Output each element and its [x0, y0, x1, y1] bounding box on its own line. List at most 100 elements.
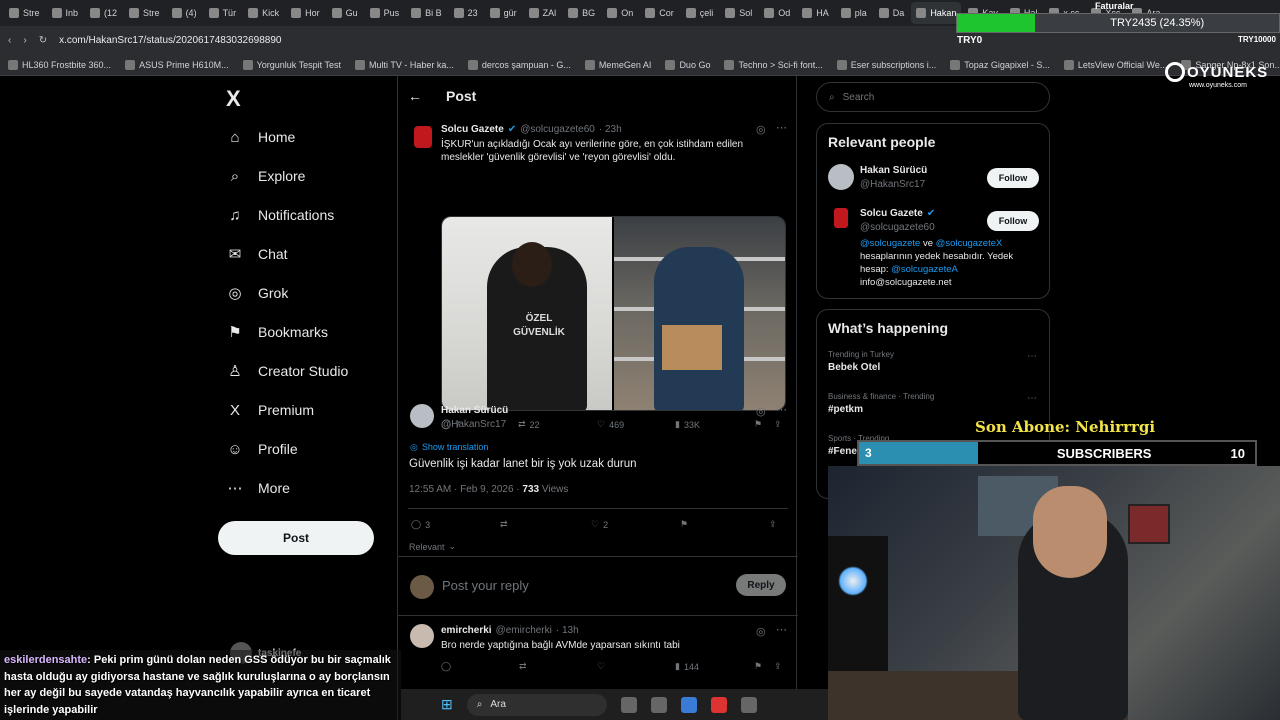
browser-tab[interactable]: pla: [836, 2, 872, 24]
sidebar-item-bookmarks[interactable]: ⚑ Bookmarks: [226, 323, 328, 341]
browser-tab[interactable]: ZAl: [524, 2, 562, 24]
back-icon[interactable]: ‹: [8, 35, 11, 46]
taskbar-app-icon[interactable]: [710, 696, 727, 713]
grok-icon[interactable]: ◎: [756, 405, 766, 418]
taskbar-app-icon[interactable]: [650, 696, 667, 713]
solcu-gazete-avatar[interactable]: [414, 126, 432, 148]
bookmark-item[interactable]: Techno > Sci-fi font...: [724, 59, 823, 70]
sidebar-item-more[interactable]: ⋯ More: [226, 479, 290, 497]
bookmark-item[interactable]: Duo Go: [665, 59, 710, 70]
hakan-avatar[interactable]: [828, 164, 854, 190]
sidebar-item-chat[interactable]: ✉ Chat: [226, 245, 288, 263]
tweet-media[interactable]: ÖZEL GÜVENLİK: [441, 216, 786, 411]
show-translation-link[interactable]: ◎ Show translation: [410, 442, 488, 453]
more-options-icon[interactable]: ⋯: [776, 121, 787, 134]
sidebar-item-premium[interactable]: X Premium: [226, 401, 314, 419]
author-name[interactable]: Hakan Sürücü: [441, 405, 508, 416]
follow-button[interactable]: Follow: [987, 211, 1039, 231]
browser-tab[interactable]: Da: [874, 2, 910, 24]
more-options-icon[interactable]: ⋯: [776, 623, 787, 636]
browser-tab[interactable]: Kick: [243, 2, 284, 24]
bookmark-item[interactable]: Yorgunluk Tespit Test: [242, 59, 341, 70]
sidebar-item-creator-studio[interactable]: ♙ Creator Studio: [226, 362, 348, 380]
emircherki-avatar[interactable]: [410, 624, 434, 648]
tweet-time[interactable]: · 23h: [599, 124, 622, 135]
follow-button[interactable]: Follow: [987, 168, 1039, 188]
user-avatar[interactable]: [410, 575, 434, 599]
grok-icon[interactable]: ◎: [756, 625, 766, 638]
browser-tab[interactable]: Stre: [124, 2, 165, 24]
reply-action[interactable]: ◯: [441, 661, 451, 672]
url-field[interactable]: x.com/HakanSrc17/status/2020617483032698…: [59, 35, 281, 46]
browser-tab[interactable]: On: [602, 2, 638, 24]
browser-tab[interactable]: gür: [485, 2, 522, 24]
trend-item[interactable]: Business & finance · Trending #petkm: [828, 392, 934, 415]
person-name[interactable]: Solcu Gazete: [860, 208, 923, 219]
author-name[interactable]: Solcu Gazete: [441, 124, 504, 135]
grok-icon[interactable]: ◎: [756, 123, 766, 136]
like-action[interactable]: ♡ 2: [591, 519, 608, 530]
bookmark-item[interactable]: LetsView Official We...: [1063, 59, 1167, 70]
parent-tweet[interactable]: Solcu Gazete ✔ @solcugazete60 · 23h ◎ ⋯ …: [398, 120, 798, 430]
sidebar-item-explore[interactable]: ⌕ Explore: [226, 167, 306, 185]
sidebar-item-home[interactable]: ⌂ Home: [226, 128, 295, 146]
views-action[interactable]: ▮ 144: [675, 661, 699, 672]
browser-tab[interactable]: Hor: [286, 2, 325, 24]
browser-tab[interactable]: Inb: [47, 2, 84, 24]
forward-icon[interactable]: ›: [23, 35, 26, 46]
sidebar-item-grok[interactable]: ◎ Grok: [226, 284, 288, 302]
browser-tab[interactable]: Sol: [720, 2, 757, 24]
browser-tab[interactable]: Hakan: [911, 2, 962, 24]
author-name[interactable]: emircherki: [441, 625, 492, 636]
browser-tab[interactable]: 23: [449, 2, 483, 24]
trend-item[interactable]: Trending in Turkey Bebek Otel: [828, 350, 894, 373]
browser-tab[interactable]: çeli: [681, 2, 719, 24]
browser-tab[interactable]: (4): [167, 2, 202, 24]
sidebar-item-notifications[interactable]: ♫ Notifications: [226, 206, 334, 224]
taskbar-app-icon[interactable]: [740, 696, 757, 713]
x-logo-icon[interactable]: X: [226, 86, 241, 112]
repost-action[interactable]: ⇄: [500, 519, 508, 530]
bookmark-item[interactable]: dercos şampuan - G...: [467, 59, 571, 70]
windows-start-icon[interactable]: ⊞: [441, 696, 453, 713]
bookmark-item[interactable]: Eser subscriptions i...: [836, 59, 936, 70]
reply-input[interactable]: Post your reply: [442, 578, 529, 593]
author-handle[interactable]: @emircherki: [496, 625, 552, 636]
bookmark-action[interactable]: ⚑: [680, 519, 688, 530]
person-handle[interactable]: @solcugazete60: [860, 222, 935, 233]
author-handle[interactable]: @solcugazete60: [520, 124, 595, 135]
reload-icon[interactable]: ↻: [39, 35, 47, 46]
browser-tab[interactable]: (12: [85, 2, 122, 24]
person-handle[interactable]: @HakanSrc17: [860, 179, 925, 190]
taskbar-search[interactable]: ⌕ Ara: [466, 693, 607, 716]
reply-button[interactable]: Reply: [736, 574, 786, 596]
more-options-icon[interactable]: ⋯: [776, 403, 787, 416]
search-input[interactable]: ⌕ Search: [816, 82, 1050, 112]
browser-tab[interactable]: BG: [563, 2, 600, 24]
browser-tab[interactable]: Stre: [4, 2, 45, 24]
bookmark-item[interactable]: Topaz Gigapixel - S...: [950, 59, 1050, 70]
browser-tab[interactable]: Cor: [640, 2, 679, 24]
share-action[interactable]: ⇪: [769, 519, 777, 530]
browser-tab[interactable]: Tür: [204, 2, 242, 24]
post-button[interactable]: Post: [218, 521, 374, 555]
bookmark-item[interactable]: HL360 Frostbite 360...: [8, 59, 111, 70]
reply-action[interactable]: ◯ 3: [411, 519, 430, 530]
bookmark-item[interactable]: ASUS Prime H610M...: [125, 59, 229, 70]
repost-action[interactable]: ⇄: [519, 661, 527, 672]
solcu-gazete-avatar[interactable]: [834, 208, 848, 228]
browser-tab[interactable]: Bi B: [406, 2, 447, 24]
share-action[interactable]: ⇪: [774, 661, 782, 672]
author-handle[interactable]: @HakanSrc17: [441, 419, 506, 430]
browser-tab[interactable]: HA: [797, 2, 834, 24]
more-options-icon[interactable]: ⋯: [1027, 351, 1037, 362]
sidebar-item-profile[interactable]: ☺ Profile: [226, 440, 297, 458]
bookmark-item[interactable]: MemeGen AI: [584, 59, 651, 70]
more-options-icon[interactable]: ⋯: [1027, 393, 1037, 404]
bookmark-action[interactable]: ⚑: [754, 661, 762, 672]
browser-tab[interactable]: Gu: [327, 2, 363, 24]
bookmark-item[interactable]: Multi TV - Haber ka...: [355, 59, 454, 70]
browser-tab[interactable]: Od: [759, 2, 795, 24]
browser-tab[interactable]: Pus: [365, 2, 405, 24]
sort-dropdown[interactable]: Relevant ⌄: [409, 541, 456, 552]
